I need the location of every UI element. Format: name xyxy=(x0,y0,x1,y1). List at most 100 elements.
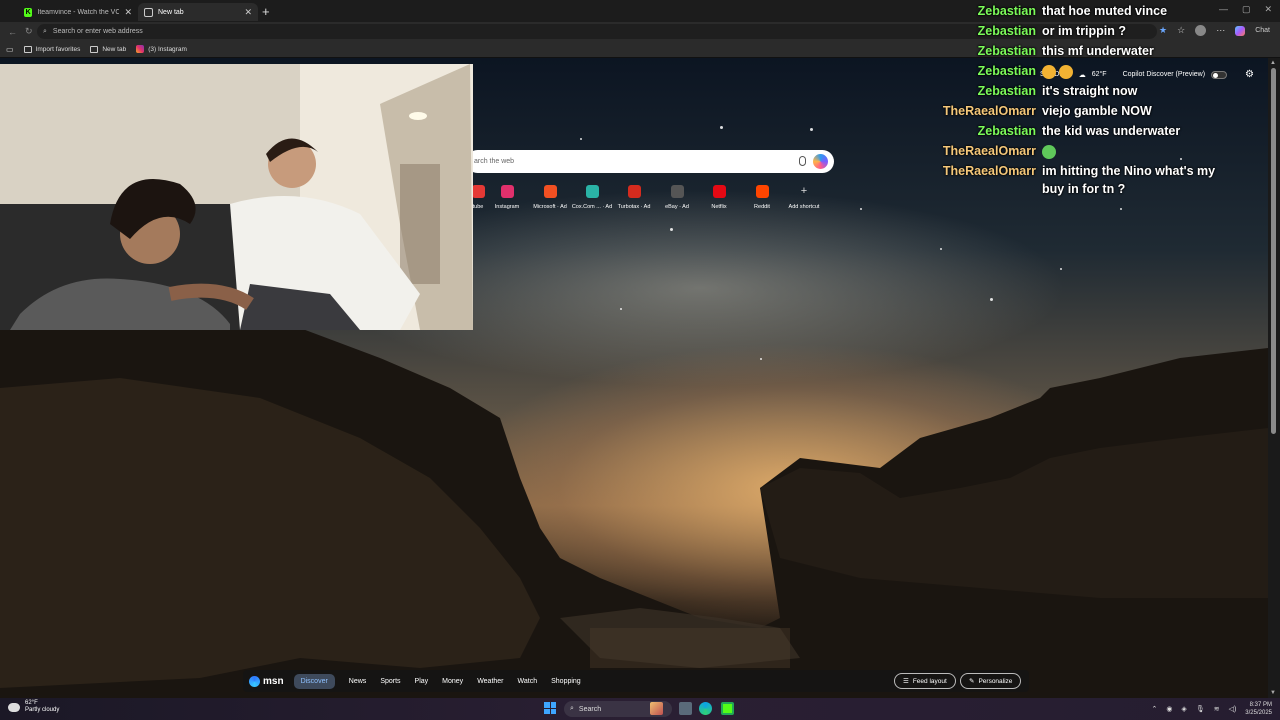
newtab-icon xyxy=(90,45,99,53)
microphone-icon[interactable] xyxy=(799,156,806,166)
msn-tab-watch[interactable]: Watch xyxy=(518,678,538,685)
copilot-label[interactable]: Chat xyxy=(1255,27,1270,34)
shortcut-plus[interactable]: + Add shortcut xyxy=(782,183,826,210)
taskbar-condition: Partly cloudy xyxy=(25,707,60,713)
chat-username[interactable]: Zebastian xyxy=(940,62,1036,80)
shortcut-label: Add shortcut xyxy=(788,204,820,210)
copilot-icon[interactable] xyxy=(813,154,828,169)
tab-new-tab[interactable]: New tab ✕ xyxy=(138,3,258,21)
discord-icon[interactable]: ◈ xyxy=(1181,705,1186,713)
new-tab-button[interactable]: + xyxy=(262,4,270,19)
tab-title: New tab xyxy=(158,8,184,16)
plus-icon: + xyxy=(800,185,808,197)
search-icon: ⌕ xyxy=(570,705,574,712)
scroll-thumb[interactable] xyxy=(1271,68,1276,434)
favorite-label: (3) Instagram xyxy=(148,45,187,53)
msn-tab-money[interactable]: Money xyxy=(442,678,463,685)
chat-text: the kid was underwater xyxy=(1042,124,1181,138)
chat-username[interactable]: Zebastian xyxy=(940,42,1036,60)
app-icon[interactable] xyxy=(721,702,734,715)
msn-tab-discover[interactable]: Discover xyxy=(293,673,335,689)
star xyxy=(1060,268,1062,270)
personalize-label: Personalize xyxy=(978,677,1013,685)
msn-tab-play[interactable]: Play xyxy=(415,678,429,685)
chat-message: TheRaealOmarr xyxy=(940,142,1237,160)
maximize-icon[interactable]: ▢ xyxy=(1242,4,1251,15)
msn-tab-sports[interactable]: Sports xyxy=(380,678,400,685)
youtube-icon xyxy=(471,185,485,198)
chat-username[interactable]: TheRaealOmarr xyxy=(940,102,1036,120)
instagram-icon xyxy=(500,185,514,198)
chat-username[interactable]: Zebastian xyxy=(940,2,1036,20)
star xyxy=(670,228,673,231)
address-placeholder: Search or enter web address xyxy=(52,28,143,35)
windows-start-icon[interactable] xyxy=(544,702,556,714)
sidebar-toggle-icon[interactable]: ▭ xyxy=(6,45,14,54)
star xyxy=(760,358,762,360)
search-icon: ⌕ xyxy=(43,27,47,35)
shortcut-turbotax[interactable]: Turbotax · Ad xyxy=(612,183,656,210)
chevron-up-icon[interactable]: ⌃ xyxy=(1151,705,1157,713)
star xyxy=(860,208,862,210)
shortcut-microsoft[interactable]: Microsoft · Ad xyxy=(528,183,572,210)
taskbar-search-label: Search xyxy=(578,705,602,713)
close-window-icon[interactable]: ✕ xyxy=(1264,4,1272,15)
star xyxy=(1120,208,1122,210)
wifi-icon[interactable]: ≋ xyxy=(1214,705,1220,713)
star xyxy=(990,298,993,301)
feed-layout-button[interactable]: ☰ Feed layout xyxy=(894,673,956,689)
emote-icon xyxy=(1042,64,1056,79)
kick-icon: K xyxy=(24,7,33,17)
shortcut-label: Reddit xyxy=(754,204,770,210)
chat-text: im hitting the Nino what's my buy in for… xyxy=(1042,164,1216,196)
shortcut-reddit[interactable]: Reddit xyxy=(740,183,784,210)
refresh-icon[interactable]: ↻ xyxy=(25,26,33,37)
cox-icon xyxy=(585,185,599,198)
favorite-instagram[interactable]: (3) Instagram xyxy=(136,45,187,53)
taskbar-weather[interactable]: 62°F Partly cloudy xyxy=(8,700,59,714)
personalize-button[interactable]: ✎ Personalize xyxy=(960,673,1022,689)
msn-tab-shopping[interactable]: Shopping xyxy=(551,678,581,685)
edge-icon[interactable] xyxy=(699,702,712,715)
edit-icon: ✎ xyxy=(969,678,975,685)
favorite-label: Import favorites xyxy=(35,45,81,53)
ebay-icon xyxy=(670,185,684,198)
chat-username[interactable]: Zebastian xyxy=(940,122,1036,140)
import-icon xyxy=(23,45,32,53)
chat-username[interactable]: Zebastian xyxy=(940,82,1036,100)
file-explorer-icon[interactable] xyxy=(679,702,692,715)
scroll-down-icon[interactable]: ▼ xyxy=(1270,690,1276,696)
shortcut-label: Turbotax · Ad xyxy=(617,204,651,210)
network-icon[interactable]: ◉ xyxy=(1166,705,1172,713)
close-icon[interactable]: ✕ xyxy=(244,7,252,18)
back-icon[interactable]: ← xyxy=(8,27,17,37)
scroll-up-icon[interactable]: ▲ xyxy=(1270,60,1276,66)
volume-icon[interactable]: ◁) xyxy=(1229,705,1237,713)
shortcut-label: Instagram xyxy=(494,204,520,210)
microphone-icon[interactable]: 🎙 xyxy=(1196,705,1205,713)
clock[interactable]: 8:37 PM 3/25/2025 xyxy=(1245,701,1272,717)
gear-icon[interactable]: ⚙ xyxy=(1245,69,1254,80)
chat-message: Zebastian it's straight now xyxy=(940,82,1237,100)
shortcut-cox[interactable]: Cox.Com ... · Ad xyxy=(570,183,614,210)
favorite-new-tab[interactable]: New tab xyxy=(90,45,126,53)
web-search-box[interactable]: arch the web xyxy=(466,150,834,173)
msn-tab-news[interactable]: News xyxy=(349,678,367,685)
shortcut-label: Cox.Com ... · Ad xyxy=(571,204,613,210)
shortcut-ebay[interactable]: eBay · Ad xyxy=(655,183,699,210)
close-icon[interactable]: ✕ xyxy=(124,7,132,18)
favorite-import[interactable]: Import favorites xyxy=(23,45,81,53)
chat-text: this mf underwater xyxy=(1042,44,1154,58)
msn-tab-weather[interactable]: Weather xyxy=(477,678,503,685)
chat-username[interactable]: TheRaealOmarr xyxy=(940,142,1036,160)
shortcut-instagram[interactable]: Instagram xyxy=(485,183,529,210)
microsoft-icon xyxy=(543,185,557,198)
chat-username[interactable]: TheRaealOmarr xyxy=(940,162,1036,198)
chat-username[interactable]: Zebastian xyxy=(940,22,1036,40)
shortcut-netflix[interactable]: Netflix xyxy=(697,183,741,210)
page-scrollbar[interactable]: ▲ ▼ xyxy=(1268,58,1280,698)
tab-kick[interactable]: K Iteamvince - Watch the VOD on Ki ✕ xyxy=(18,3,138,21)
msn-logo[interactable]: msn xyxy=(249,675,284,687)
webcam-scene xyxy=(0,64,473,330)
chat-message: Zebastian or im trippin ? xyxy=(940,22,1237,40)
